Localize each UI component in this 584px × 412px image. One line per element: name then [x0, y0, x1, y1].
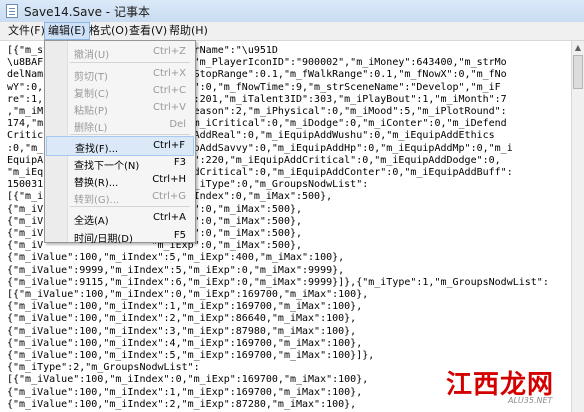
text-line: {"m_iValue":100,"m_iIndex":2,"m_iExp":87… [7, 398, 357, 410]
menu-view[interactable]: 查看(V) [126, 22, 170, 40]
text-line: [{"m_iValue":100,"m_iIndex":0,"m_iExp":1… [7, 374, 369, 386]
menu-item-shortcut: Ctrl+A [152, 212, 186, 223]
menu-item-label: 转到(G)... [74, 195, 120, 206]
notepad-icon [6, 4, 18, 18]
menu-format[interactable]: 格式(O) [86, 22, 131, 40]
menu-item-find[interactable]: 查找(F)... Ctrl+F [46, 136, 194, 156]
text-line: {"m_iValue":9999,"m_iIndex":5,"m_iExp":0… [7, 264, 345, 276]
text-line: {"m_iValue":100,"m_iIndex":5,"m_iExp":16… [7, 350, 375, 361]
menu-help[interactable]: 帮助(H) [166, 22, 211, 40]
menu-item-undo[interactable]: 撤消(U) Ctrl+Z [46, 43, 194, 63]
menu-item-label: 复制(C) [74, 89, 109, 100]
scroll-thumb[interactable] [573, 55, 583, 89]
menu-item-shortcut: F3 [173, 157, 186, 168]
menu-item-time-date[interactable]: 时间/日期(D) F5 [46, 227, 194, 247]
menu-item-label: 撤消(U) [74, 50, 110, 61]
window-title: Save14.Save - 记事本 [24, 5, 150, 19]
text-line: {"m_iValue":100,"m_iIndex":1,"m_iExp":16… [7, 301, 363, 313]
menu-item-shortcut: Ctrl+H [152, 174, 186, 185]
menu-separator [70, 134, 190, 135]
menu-separator [70, 62, 190, 63]
menu-separator [70, 206, 190, 207]
menu-file[interactable]: 文件(F) [5, 22, 48, 40]
menu-item-label: 全选(A) [74, 216, 109, 227]
watermark-url: ALU35.NET [508, 396, 553, 405]
menu-item-label: 时间/日期(D) [74, 234, 133, 245]
menu-bar: 文件(F) 编辑(E) 格式(O) 查看(V) 帮助(H) [0, 22, 584, 41]
menu-item-label: 查找(F)... [75, 144, 119, 155]
menu-item-label: 粘贴(P) [74, 106, 108, 117]
menu-item-shortcut: Ctrl+X [152, 68, 186, 79]
text-line: {"m_iValue":100,"m_iIndex":2,"m_iExp":86… [7, 313, 357, 325]
menu-item-goto[interactable]: 转到(G)... Ctrl+G [46, 188, 194, 208]
menu-item-label: 查找下一个(N) [74, 161, 140, 172]
text-line: {"m_iValue":9115,"m_iIndex":6,"m_iExp":0… [7, 276, 549, 288]
text-line: {"m_iValue":100,"m_iIndex":1,"m_iExp":16… [7, 386, 363, 398]
menu-item-label: 替换(R)... [74, 178, 119, 189]
menu-item-shortcut: Ctrl+Z [152, 46, 186, 57]
text-line: {"m_iValue":100,"m_iIndex":4,"m_iExp":16… [7, 337, 363, 349]
text-line: {"m_iValue":100,"m_iIndex":3,"m_iExp":87… [7, 325, 357, 337]
vertical-scrollbar[interactable]: ▲ [571, 41, 584, 412]
menu-item-select-all[interactable]: 全选(A) Ctrl+A [46, 209, 194, 229]
menu-item-shortcut: F5 [173, 230, 186, 241]
text-line: {"m_iValue":100,"m_iIndex":5,"m_iExp":40… [7, 252, 345, 264]
text-line: [{"m_iValue":100,"m_iIndex":0,"m_iExp":1… [7, 289, 369, 300]
menu-item-label: 剪切(T) [74, 72, 108, 83]
menu-item-shortcut: Ctrl+F [153, 140, 185, 151]
scroll-up-icon[interactable]: ▲ [572, 41, 584, 54]
title-bar[interactable]: Save14.Save - 记事本 [0, 0, 584, 23]
menu-item-delete[interactable]: 删除(L) Del [46, 116, 194, 136]
menu-item-shortcut: Ctrl+V [152, 102, 186, 113]
menu-edit[interactable]: 编辑(E) [44, 22, 90, 40]
edit-menu-dropdown: 撤消(U) Ctrl+Z 剪切(T) Ctrl+X 复制(C) Ctrl+C 粘贴(P) Ct… [44, 40, 196, 245]
menu-item-label: 删除(L) [74, 123, 108, 134]
menu-item-shortcut: Ctrl+G [152, 191, 186, 202]
menu-item-shortcut: Ctrl+C [152, 85, 186, 96]
menu-item-shortcut: Del [169, 119, 186, 130]
site-watermark: 江西龙网 ALU35.NET [446, 364, 578, 408]
text-line: {"m_iType":2,"m_GroupsNodwList": [7, 362, 200, 374]
